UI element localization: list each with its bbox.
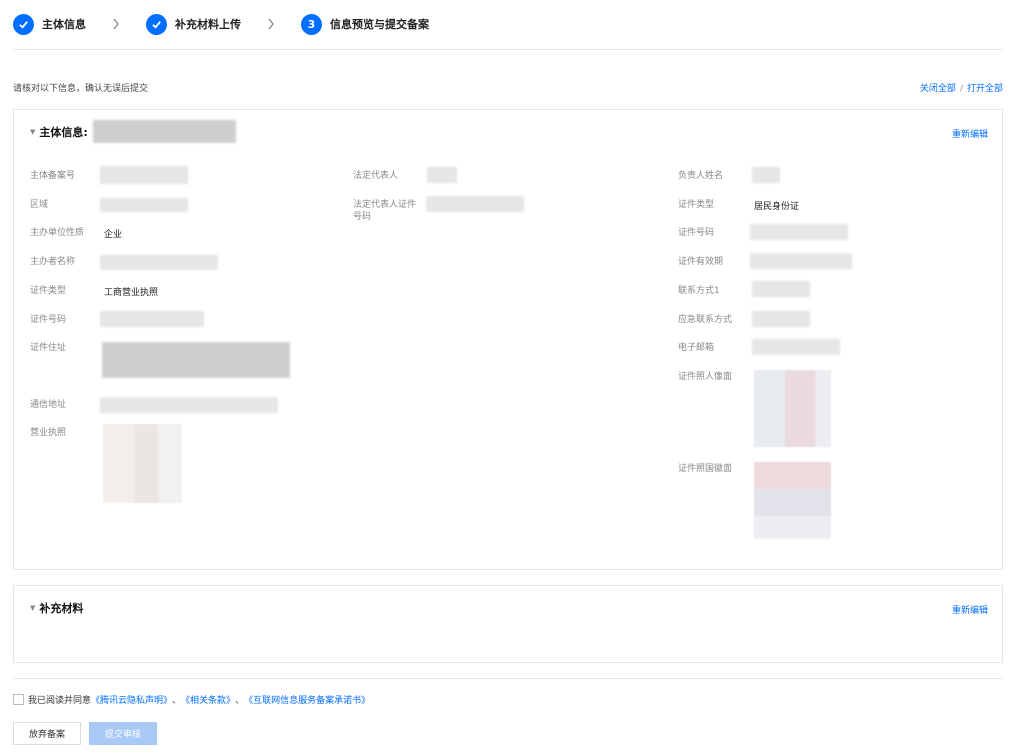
reedit-link[interactable]: 重新编辑 — [952, 603, 988, 616]
redacted-value — [100, 311, 204, 327]
license-label: 营业执照 — [30, 428, 67, 438]
subject-info-panel: ▼ 主体信息: 重新编辑 主体备案号 区域 主办单位性质 企业 主办者名称 证件… — [13, 109, 1003, 570]
back-photo-label: 证件照国徽面 — [678, 464, 733, 474]
legal-rep-id-label: 法定代表人证件号码 — [353, 200, 417, 222]
redacted-value — [752, 339, 840, 355]
redacted-value — [100, 198, 188, 212]
step-number: 3 — [301, 13, 322, 35]
progress-steps: 主体信息 补充材料上传 3 信息预览与提交备案 — [13, 12, 429, 36]
terms-link[interactable]: 《相关条款》 — [181, 693, 235, 706]
caret-down-icon[interactable]: ▼ — [30, 604, 35, 612]
redacted-value — [427, 167, 457, 183]
redacted-value — [100, 255, 218, 270]
id-type-label: 证件类型 — [678, 200, 715, 210]
agreement-separator: 、 — [172, 696, 182, 706]
agreement-prefix: 我已阅读并同意 — [28, 696, 92, 706]
legal-rep-label: 法定代表人 — [353, 171, 399, 181]
step-done-icon — [146, 13, 167, 35]
redacted-value — [750, 224, 848, 240]
redacted-value — [102, 342, 290, 378]
id-front-photo-image[interactable] — [754, 370, 831, 447]
step-label: 主体信息 — [42, 18, 86, 31]
redacted-subject-name — [93, 120, 236, 143]
open-all-link[interactable]: 打开全部 — [967, 84, 1003, 94]
panel-header[interactable]: ▼ 主体信息: — [30, 124, 88, 140]
reedit-link[interactable]: 重新编辑 — [952, 127, 988, 140]
redacted-value — [100, 166, 188, 184]
submit-button[interactable]: 提交审核 — [89, 722, 157, 745]
privacy-link[interactable]: 《腾讯云隐私声明》 — [91, 693, 172, 706]
panel-title: 主体信息: — [39, 126, 88, 139]
separator: / — [959, 84, 963, 94]
agreement-separator: 、 — [235, 696, 245, 706]
validity-label: 证件有效期 — [678, 257, 724, 267]
agree-checkbox[interactable] — [13, 694, 24, 705]
business-license-image[interactable] — [103, 424, 182, 503]
emergency-label: 应急联系方式 — [678, 315, 733, 325]
redacted-value — [426, 196, 524, 212]
step-done-icon — [13, 13, 34, 35]
divider — [13, 49, 1003, 50]
step-label: 信息预览与提交备案 — [330, 18, 429, 31]
contact1-label: 联系方式1 — [678, 286, 720, 296]
divider — [13, 678, 1003, 679]
notice-text: 请核对以下信息，确认无误后提交 — [13, 84, 149, 94]
region-label: 区域 — [30, 200, 49, 210]
cert-type-value: 工商营业执照 — [104, 288, 159, 298]
cert-addr-label: 证件住址 — [30, 343, 67, 353]
cert-no-label: 证件号码 — [30, 315, 67, 325]
id-type-value: 居民身份证 — [754, 202, 800, 212]
agreement-row: 我已阅读并同意 《腾讯云隐私声明》 、 《相关条款》 、 《互联网信息服务备案承… — [13, 693, 370, 706]
email-label: 电子邮箱 — [678, 343, 715, 353]
step-label: 补充材料上传 — [175, 18, 241, 31]
redacted-value — [752, 281, 810, 297]
nature-value: 企业 — [104, 230, 123, 240]
record-no-label: 主体备案号 — [30, 171, 76, 181]
panel-header[interactable]: ▼ 补充材料 — [30, 600, 83, 616]
step-supplementary-upload: 补充材料上传 — [146, 13, 241, 35]
principal-label: 负责人姓名 — [678, 171, 724, 181]
step-subject-info: 主体信息 — [13, 13, 86, 35]
panel-title: 补充材料 — [39, 602, 84, 615]
redacted-value — [752, 167, 780, 183]
cert-type-label: 证件类型 — [30, 286, 67, 296]
redacted-value — [750, 253, 852, 269]
toggle-all: 关闭全部 / 打开全部 — [920, 81, 1003, 94]
nature-label: 主办单位性质 — [30, 228, 85, 238]
abandon-button[interactable]: 放弃备案 — [13, 722, 81, 745]
mail-addr-label: 通信地址 — [30, 400, 67, 410]
chevron-right-icon — [241, 18, 301, 30]
id-back-photo-image[interactable] — [754, 462, 831, 539]
id-no-label: 证件号码 — [678, 228, 715, 238]
sponsor-name-label: 主办者名称 — [30, 257, 76, 267]
supplementary-panel: ▼ 补充材料 重新编辑 — [13, 585, 1003, 663]
step-preview-submit: 3 信息预览与提交备案 — [301, 13, 429, 35]
commitment-link[interactable]: 《互联网信息服务备案承诺书》 — [244, 693, 370, 706]
redacted-value — [752, 311, 810, 327]
front-photo-label: 证件照人像面 — [678, 372, 733, 382]
close-all-link[interactable]: 关闭全部 — [920, 84, 956, 94]
caret-down-icon[interactable]: ▼ — [30, 128, 35, 136]
chevron-right-icon — [86, 18, 146, 30]
redacted-value — [100, 397, 278, 413]
